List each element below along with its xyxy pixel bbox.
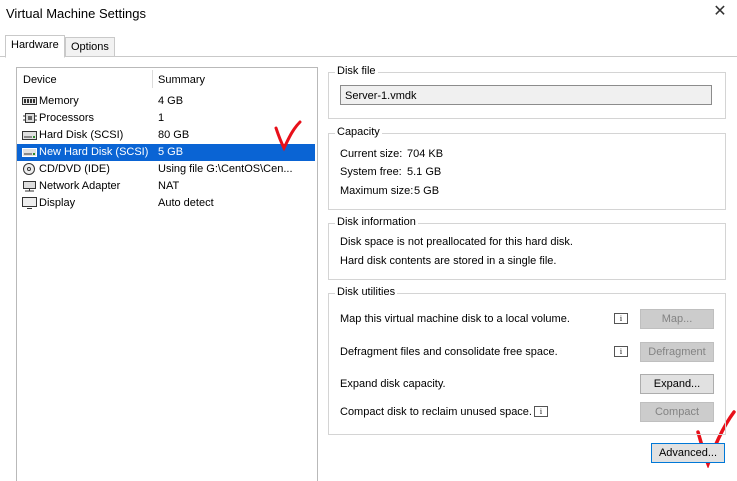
column-separator[interactable] [152, 70, 153, 88]
hard-disk-icon [22, 148, 37, 157]
device-name: Hard Disk (SCSI) [39, 129, 124, 141]
compact-button[interactable]: Compact [640, 402, 714, 422]
tab-divider [0, 56, 737, 57]
map-button[interactable]: Map... [640, 309, 714, 329]
expand-description: Expand disk capacity. [340, 378, 446, 390]
info-icon[interactable]: i [614, 313, 628, 324]
compact-description: Compact disk to reclaim unused space. [340, 406, 532, 418]
display-icon [22, 197, 37, 209]
network-adapter-icon [23, 181, 36, 192]
defragment-button[interactable]: Defragment [640, 342, 714, 362]
tab-hardware[interactable]: Hardware [5, 35, 65, 58]
current-size-value: 704 KB [407, 148, 444, 160]
device-name: Memory [39, 95, 79, 107]
device-name: New Hard Disk (SCSI) [39, 146, 149, 158]
system-free-value: 5.1 GB [407, 166, 442, 178]
disk-info-line: Disk space is not preallocated for this … [340, 236, 573, 248]
device-list-header: Device Summary [17, 68, 317, 90]
disk-information-group: Disk information [328, 216, 726, 280]
processor-icon [23, 113, 37, 123]
group-label: Disk information [335, 216, 418, 228]
hard-disk-icon [22, 131, 37, 140]
current-size-label: Current size: [340, 148, 403, 160]
cd-dvd-icon [23, 163, 35, 175]
device-summary: 4 GB [158, 95, 184, 107]
tab-options[interactable]: Options [65, 37, 115, 57]
group-label: Disk file [335, 65, 378, 77]
window-title: Virtual Machine Settings [6, 6, 146, 21]
info-icon[interactable]: i [534, 406, 548, 417]
device-summary: Using file G:\CentOS\Cen... [158, 163, 293, 175]
map-description: Map this virtual machine disk to a local… [340, 313, 570, 325]
device-name: Processors [39, 112, 95, 124]
device-row-memory[interactable]: Memory 4 GB [17, 93, 315, 110]
maximum-size-value: 5 GB [414, 185, 440, 197]
advanced-button[interactable]: Advanced... [651, 443, 725, 463]
device-summary: Auto detect [158, 197, 214, 209]
device-name: Display [39, 197, 76, 209]
device-row-cd-dvd[interactable]: CD/DVD (IDE) Using file G:\CentOS\Cen... [17, 161, 315, 178]
close-icon[interactable]: ✕ [711, 3, 729, 21]
group-label: Capacity [335, 126, 382, 138]
disk-file-field[interactable]: Server-1.vmdk [340, 85, 712, 105]
system-free-label: System free: [340, 166, 402, 178]
device-summary: NAT [158, 180, 180, 192]
annotation-checkmark [274, 120, 302, 152]
group-label: Disk utilities [335, 286, 398, 298]
disk-info-line: Hard disk contents are stored in a singl… [340, 255, 557, 267]
device-name: Network Adapter [39, 180, 121, 192]
device-row-display[interactable]: Display Auto detect [17, 195, 315, 212]
maximum-size-label: Maximum size: [340, 185, 414, 197]
device-name: CD/DVD (IDE) [39, 163, 110, 175]
expand-button[interactable]: Expand... [640, 374, 714, 394]
device-column-header[interactable]: Device [23, 74, 57, 86]
info-icon[interactable]: i [614, 346, 628, 357]
defragment-description: Defragment files and consolidate free sp… [340, 346, 558, 358]
summary-column-header[interactable]: Summary [158, 74, 205, 86]
memory-icon [22, 97, 37, 105]
device-row-network-adapter[interactable]: Network Adapter NAT [17, 178, 315, 195]
